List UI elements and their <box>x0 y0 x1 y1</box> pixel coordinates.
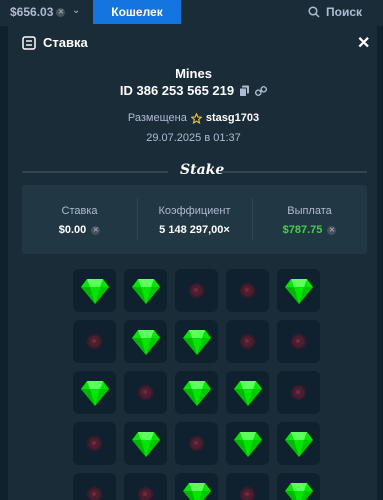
balance-value: $656.03 <box>10 5 54 19</box>
mine-icon <box>138 487 153 500</box>
board-tile-gem[interactable] <box>226 422 269 465</box>
payout-amount: $787.75 <box>282 224 323 236</box>
board-tile-mine[interactable] <box>226 269 269 312</box>
board-tile-gem[interactable] <box>175 320 218 363</box>
modal-title: Ставка <box>22 35 88 50</box>
gem-icon <box>131 278 160 304</box>
gem-icon <box>80 278 109 304</box>
search-button[interactable]: Поиск <box>308 5 362 19</box>
board-tile-mine[interactable] <box>73 320 116 363</box>
stat-payout: Выплата $787.75 ✕ <box>252 185 367 254</box>
bet-label: Ставка <box>61 205 98 217</box>
background-left <box>0 26 8 500</box>
stake-logo: Stake <box>180 162 225 178</box>
multiplier-value: 5 148 297,00× <box>159 224 230 236</box>
link-icon[interactable] <box>255 85 268 97</box>
gem-icon <box>284 431 313 457</box>
board-tile-gem[interactable] <box>124 269 167 312</box>
search-label: Поиск <box>326 5 363 19</box>
wallet-button[interactable]: Кошелек <box>93 0 181 24</box>
mine-icon <box>189 283 204 298</box>
gem-icon <box>80 380 109 406</box>
background-right <box>377 26 383 500</box>
board-tile-gem[interactable] <box>226 371 269 414</box>
bet-stats-panel: Ставка $0.00 ✕ Коэффициент 5 148 297,00×… <box>22 185 367 254</box>
board-tile-mine[interactable] <box>73 422 116 465</box>
gem-icon <box>284 278 313 304</box>
username-link[interactable]: stasg1703 <box>206 112 259 124</box>
bet-amount: $0.00 <box>58 224 87 236</box>
board-tile-gem[interactable] <box>73 269 116 312</box>
board-tile-gem[interactable] <box>277 422 320 465</box>
payout-value: $787.75 ✕ <box>252 224 367 236</box>
board-tile-mine[interactable] <box>124 371 167 414</box>
copy-icon[interactable] <box>239 85 250 97</box>
board-tile-gem[interactable] <box>175 371 218 414</box>
board-tile-mine[interactable] <box>277 371 320 414</box>
board-tile-mine[interactable] <box>277 320 320 363</box>
bet-slip-icon <box>22 35 36 50</box>
mine-icon <box>189 436 204 451</box>
currency-icon: ✕ <box>327 225 337 235</box>
board-tile-gem[interactable] <box>73 371 116 414</box>
mine-icon <box>87 334 102 349</box>
board-tile-mine[interactable] <box>226 320 269 363</box>
bet-details-modal: Ставка ✕ Mines ID 386 253 565 219 Размещ… <box>10 26 377 500</box>
star-icon <box>190 112 202 124</box>
gem-icon <box>233 380 262 406</box>
board-tile-gem[interactable] <box>124 422 167 465</box>
placed-by: Размещена stasg1703 <box>10 112 377 124</box>
divider-left <box>22 171 168 173</box>
gem-icon <box>182 380 211 406</box>
search-icon <box>308 6 320 18</box>
balance-display[interactable]: $656.03 ✕ <box>10 5 66 19</box>
bet-id: ID 386 253 565 219 <box>10 83 377 98</box>
mine-icon <box>87 436 102 451</box>
mine-icon <box>291 385 306 400</box>
modal-header: Ставка ✕ <box>10 26 377 59</box>
mine-icon <box>240 487 255 500</box>
board-tile-mine[interactable] <box>226 473 269 500</box>
board-tile-mine[interactable] <box>175 422 218 465</box>
board-tile-gem[interactable] <box>124 320 167 363</box>
board-tile-mine[interactable] <box>175 269 218 312</box>
currency-icon: ✕ <box>91 225 101 235</box>
multiplier-label: Коэффициент <box>158 205 231 217</box>
gem-icon <box>131 431 160 457</box>
payout-label: Выплата <box>287 205 332 217</box>
gem-icon <box>233 431 262 457</box>
gem-icon <box>182 482 211 500</box>
board-tile-mine[interactable] <box>73 473 116 500</box>
board-tile-gem[interactable] <box>277 473 320 500</box>
gem-icon <box>284 482 313 500</box>
board-tile-gem[interactable] <box>277 269 320 312</box>
gem-icon <box>182 329 211 355</box>
mine-icon <box>138 385 153 400</box>
close-icon[interactable]: ✕ <box>357 33 370 53</box>
mine-icon <box>87 487 102 500</box>
mine-icon <box>240 334 255 349</box>
stat-bet: Ставка $0.00 ✕ <box>22 185 137 254</box>
board-tile-gem[interactable] <box>175 473 218 500</box>
bet-value: $0.00 ✕ <box>22 224 137 236</box>
mine-icon <box>291 334 306 349</box>
bet-id-text: ID 386 253 565 219 <box>119 83 235 98</box>
gem-icon <box>131 329 160 355</box>
top-bar: $656.03 ✕ ⌄ Кошелек Поиск <box>0 0 383 26</box>
chevron-down-icon[interactable]: ⌄ <box>72 5 80 16</box>
bet-date: 29.07.2025 в 01:37 <box>146 132 241 144</box>
board-tile-mine[interactable] <box>124 473 167 500</box>
modal-title-text: Ставка <box>43 35 88 50</box>
game-name: Mines <box>175 66 212 81</box>
stat-multiplier: Коэффициент 5 148 297,00× <box>137 185 252 254</box>
currency-icon: ✕ <box>56 7 66 17</box>
mine-icon <box>240 283 255 298</box>
divider-right <box>220 171 367 173</box>
placed-by-label: Размещена <box>127 112 187 124</box>
